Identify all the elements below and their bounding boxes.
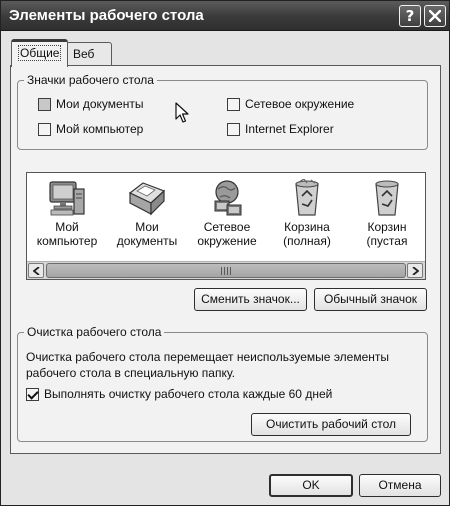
desktop-icons-group: Значки рабочего стола Мои документы Сете… bbox=[17, 73, 428, 150]
desktop-items-dialog: Элементы рабочего стола ? Общие Веб Знач… bbox=[0, 0, 450, 506]
scroll-right-button[interactable] bbox=[407, 263, 423, 278]
my-computer-icon bbox=[49, 181, 85, 216]
checkbox-cleanup-label: Выполнять очистку рабочего стола каждые … bbox=[44, 387, 333, 401]
ok-button[interactable]: OK bbox=[269, 474, 353, 497]
restore-default-button[interactable]: Обычный значок bbox=[314, 288, 427, 311]
checkbox-my-documents-label: Мои документы bbox=[56, 97, 144, 111]
list-item-network-places-line1: Сетевое bbox=[203, 220, 251, 234]
checkbox-cleanup-box[interactable] bbox=[26, 387, 39, 401]
list-item-my-computer[interactable]: Мой компьютер bbox=[27, 179, 107, 248]
tab-web-label: Веб bbox=[73, 47, 95, 61]
desktop-cleanup-legend: Очистка рабочего стола bbox=[24, 325, 165, 339]
recycle-bin-full-icon bbox=[295, 179, 319, 216]
checkbox-my-computer-label: Мой компьютер bbox=[56, 122, 144, 136]
cancel-button[interactable]: Отмена bbox=[359, 474, 441, 497]
close-icon bbox=[429, 10, 441, 22]
checkbox-my-computer-box[interactable] bbox=[38, 122, 51, 136]
help-button[interactable]: ? bbox=[399, 5, 421, 27]
desktop-icon-list[interactable]: Мой компьютер Мои документы Сетевое окру… bbox=[26, 172, 426, 280]
checkbox-my-documents-box[interactable] bbox=[38, 97, 51, 111]
list-item-my-computer-line2: компьютер bbox=[36, 234, 98, 248]
tab-general-label: Общие bbox=[18, 45, 62, 61]
checkbox-internet-explorer-label: Internet Explorer bbox=[245, 122, 334, 136]
checkbox-network-places[interactable]: Сетевое окружение bbox=[227, 97, 354, 111]
scrollbar-grip-icon bbox=[221, 267, 231, 275]
chevron-left-icon bbox=[33, 267, 40, 275]
network-places-icon bbox=[214, 180, 242, 216]
window-title: Элементы рабочего стола bbox=[9, 7, 204, 24]
list-item-recycle-bin-full-line1: Корзина bbox=[284, 220, 330, 234]
tab-general[interactable]: Общие bbox=[11, 39, 69, 67]
checkbox-my-documents[interactable]: Мои документы bbox=[38, 97, 143, 111]
list-item-recycle-bin-empty-line1: Корзин bbox=[367, 220, 407, 234]
desktop-icons-legend: Значки рабочего стола bbox=[24, 73, 157, 87]
checkbox-network-places-box[interactable] bbox=[227, 97, 240, 111]
list-item-network-places-line2: окружение bbox=[197, 234, 257, 248]
chevron-right-icon bbox=[412, 267, 419, 275]
horizontal-scrollbar[interactable] bbox=[27, 261, 425, 279]
list-item-network-places[interactable]: Сетевое окружение bbox=[187, 179, 267, 248]
list-item-my-computer-line1: Мой bbox=[55, 220, 79, 234]
my-documents-icon bbox=[128, 182, 166, 216]
list-item-my-documents[interactable]: Мои документы bbox=[107, 179, 187, 248]
change-icon-button[interactable]: Сменить значок... bbox=[194, 288, 307, 311]
mouse-cursor-icon bbox=[175, 102, 189, 123]
checkbox-network-places-label: Сетевое окружение bbox=[245, 97, 355, 111]
checkbox-my-computer[interactable]: Мой компьютер bbox=[38, 122, 143, 136]
scrollbar-thumb[interactable] bbox=[46, 263, 406, 278]
cleanup-description: Очистка рабочего стола перемещает неиспо… bbox=[26, 350, 390, 380]
title-bar[interactable]: Элементы рабочего стола ? bbox=[1, 1, 449, 31]
recycle-bin-empty-icon bbox=[375, 180, 399, 216]
list-item-recycle-bin-full-line2: (полная) bbox=[283, 234, 331, 248]
list-item-recycle-bin-empty-line2: (пустая bbox=[366, 234, 408, 248]
clean-desktop-button[interactable]: Очистить рабочий стол bbox=[251, 413, 411, 436]
checkbox-cleanup-every-60-days[interactable]: Выполнять очистку рабочего стола каждые … bbox=[26, 387, 332, 401]
scroll-left-button[interactable] bbox=[28, 263, 44, 278]
tab-web[interactable]: Веб bbox=[66, 42, 112, 66]
list-item-recycle-bin-full[interactable]: Корзина (полная) bbox=[267, 179, 347, 248]
list-item-my-documents-line1: Мои bbox=[135, 220, 159, 234]
checkbox-internet-explorer[interactable]: Internet Explorer bbox=[227, 122, 334, 136]
list-item-my-documents-line2: документы bbox=[116, 234, 178, 248]
list-item-recycle-bin-empty[interactable]: Корзин (пустая bbox=[347, 179, 425, 248]
checkbox-internet-explorer-box[interactable] bbox=[227, 122, 240, 136]
close-button[interactable] bbox=[424, 5, 446, 27]
